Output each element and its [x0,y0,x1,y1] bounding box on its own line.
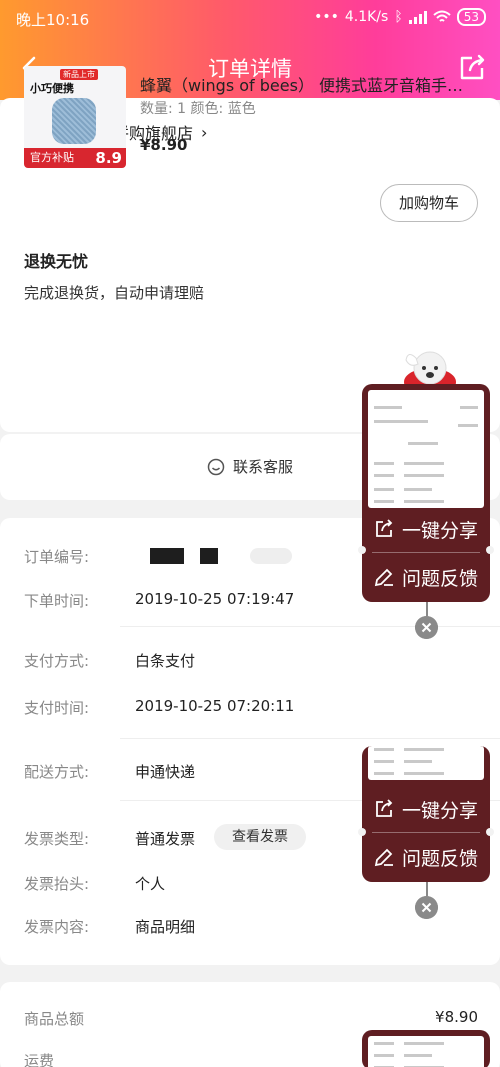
panel-stem [426,882,428,896]
customer-service-icon [207,458,225,475]
edit-icon [374,568,393,587]
goods-total-row: 商品总额 ¥8.90 [24,1008,478,1029]
screenshot-preview[interactable] [368,1036,484,1067]
screenshot-preview[interactable] [368,746,484,780]
pay-method-value: 白条支付 [135,652,196,670]
share-icon [376,799,393,817]
divider [372,552,480,553]
return-service-title: 退换无忧 [24,252,89,271]
screenshot-share-panel [362,1030,490,1067]
order-number-label: 订单编号: [24,548,90,566]
close-icon[interactable] [415,616,438,639]
delivery-label: 配送方式: [24,763,90,781]
product-image[interactable]: 新品上市 小巧便携 官方补贴 8.9 [24,66,126,168]
return-service-desc: 完成退换货，自动申请理赔 [24,284,205,302]
goods-total-label: 商品总额 [24,1010,85,1028]
screenshot-share-panel: 一键分享 问题反馈 [362,746,490,882]
customer-service-label: 联系客服 [232,458,293,476]
battery-indicator: 53 [456,8,486,26]
image-tag-new: 新品上市 [60,69,98,80]
share-label: 一键分享 [402,519,479,542]
invoice-type-label: 发票类型: [24,830,90,848]
status-bar: 晚上10:16 ••• 4.1K/s ᛒ 53 [0,0,500,36]
speaker-picture [52,98,96,144]
bluetooth-icon: ᛒ [394,9,403,25]
feedback-label: 问题反馈 [402,847,479,870]
network-speed: 4.1K/s [344,9,389,25]
invoice-type-value: 普通发票 [135,830,196,848]
view-invoice-button[interactable]: 查看发票 [214,824,306,850]
status-indicators: ••• 4.1K/s ᛒ 53 [314,8,486,26]
close-icon[interactable] [415,896,438,919]
shipping-label: 运费 [24,1052,55,1067]
divider [120,738,500,739]
panel-stem [426,602,428,616]
feedback-button[interactable]: 问题反馈 [362,834,490,880]
status-time: 晚上10:16 [16,11,90,29]
add-to-cart-button[interactable]: 加购物车 [380,184,478,222]
delivery-value: 申通快递 [135,763,196,781]
image-price: 8.9 [95,149,122,167]
panel-notch [486,546,494,554]
feedback-label: 问题反馈 [402,567,479,590]
goods-total-amount: ¥8.90 [435,1008,478,1026]
divider [372,832,480,833]
invoice-content-label: 发票内容: [24,918,90,936]
image-tag-main: 小巧便携 [30,82,74,95]
order-time-value: 2019-10-25 07:19:47 [135,590,295,608]
feedback-button[interactable]: 问题反馈 [362,554,490,600]
screenshot-preview[interactable] [368,390,484,508]
product-title[interactable]: 蜂翼（wings of bees） 便携式蓝牙音箱手… [140,72,476,96]
panel-notch [486,828,494,836]
redacted-block [150,548,184,564]
product-spec: 数量: 1 颜色: 蓝色 [140,101,256,117]
divider [120,626,500,627]
panel-notch [358,828,366,836]
chevron-right-icon: › [201,122,208,142]
share-label: 一键分享 [402,799,479,822]
invoice-title-value: 个人 [135,875,166,893]
redacted-block [200,548,218,564]
redacted-block [250,548,292,564]
signal-icon [408,10,427,24]
product-price: ¥8.90 [140,136,188,154]
share-button[interactable]: 一键分享 [362,506,490,552]
share-icon [376,519,393,537]
pay-time-label: 支付时间: [24,699,90,717]
wifi-icon [433,10,451,22]
dots-icon: ••• [314,9,339,25]
pay-method-label: 支付方式: [24,652,90,670]
screenshot-share-panel: 一键分享 问题反馈 [362,384,490,602]
panel-notch [358,546,366,554]
share-button[interactable]: 一键分享 [362,786,490,832]
invoice-title-label: 发票抬头: [24,875,90,893]
pay-time-value: 2019-10-25 07:20:11 [135,697,295,715]
edit-icon [374,848,393,867]
order-time-label: 下单时间: [24,592,90,610]
invoice-content-value: 商品明细 [135,918,196,936]
